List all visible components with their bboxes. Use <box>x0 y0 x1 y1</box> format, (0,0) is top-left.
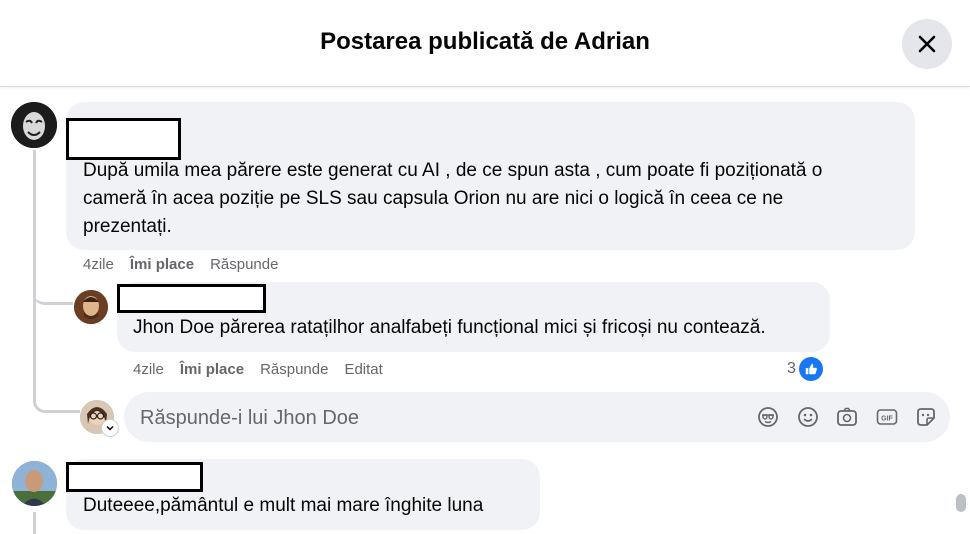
avatar[interactable] <box>74 290 108 324</box>
gif-icon: GIF <box>876 409 898 425</box>
thread-line <box>33 512 36 534</box>
mask-avatar-icon <box>11 102 57 148</box>
reply-button[interactable]: Răspunde <box>210 256 278 273</box>
sticker-icon <box>917 408 935 426</box>
reply-composer[interactable]: GIF <box>124 392 950 442</box>
gif-button[interactable]: GIF <box>875 405 899 429</box>
avatar[interactable] <box>11 102 57 148</box>
avatar[interactable] <box>12 461 57 506</box>
thread-branch <box>33 370 80 413</box>
comment-time[interactable]: 4zile <box>133 361 164 378</box>
redacted-name <box>66 462 203 492</box>
dialog-header: Postarea publicată de Adrian <box>0 0 970 87</box>
comment-text-line: cameră în acea poziție pe SLS sau capsul… <box>83 188 784 209</box>
close-button[interactable] <box>902 19 952 69</box>
close-icon <box>918 35 936 53</box>
comment-text: Duteeee,pământul e mult mai mare înghite… <box>83 495 484 516</box>
comment-text-line: prezentați. <box>83 216 172 237</box>
emoji-icon <box>798 407 818 427</box>
comment-time[interactable]: 4zile <box>83 256 114 273</box>
reply-button[interactable]: Răspunde <box>260 361 328 378</box>
edited-label[interactable]: Editat <box>344 361 382 378</box>
reaction-summary[interactable]: 3 <box>787 357 823 381</box>
like-button[interactable]: Îmi place <box>130 256 194 273</box>
photo-button[interactable] <box>835 405 859 429</box>
redacted-name <box>117 284 266 313</box>
like-button[interactable]: Îmi place <box>180 361 244 378</box>
thread-branch <box>33 270 73 305</box>
comment-actions: 4zile Îmi place Răspunde Editat <box>133 361 383 378</box>
scrollbar-thumb[interactable] <box>956 494 966 512</box>
sticker-button[interactable] <box>914 405 938 429</box>
person-avatar-icon <box>12 461 57 506</box>
comment-text: Jhon Doe părerea ratațilhor analfabeți f… <box>133 317 766 338</box>
reaction-count: 3 <box>787 360 796 377</box>
redacted-name <box>66 118 181 160</box>
camera-icon <box>837 407 857 426</box>
person-avatar-icon <box>74 290 108 324</box>
comment-text-line: După umila mea părere este generat cu AI… <box>83 160 823 181</box>
svg-text:GIF: GIF <box>881 416 893 423</box>
chevron-down-icon <box>106 425 114 431</box>
avatar-sticker-button[interactable] <box>756 405 780 429</box>
emoji-button[interactable] <box>796 405 820 429</box>
dialog-title: Postarea publicată de Adrian <box>320 28 650 55</box>
like-reaction-icon <box>798 357 823 381</box>
comment-actions: 4zile Îmi place Răspunde <box>83 256 278 273</box>
account-switch-badge[interactable] <box>101 419 119 437</box>
avatar-sticker-icon <box>758 407 778 427</box>
reply-input[interactable] <box>138 405 702 431</box>
